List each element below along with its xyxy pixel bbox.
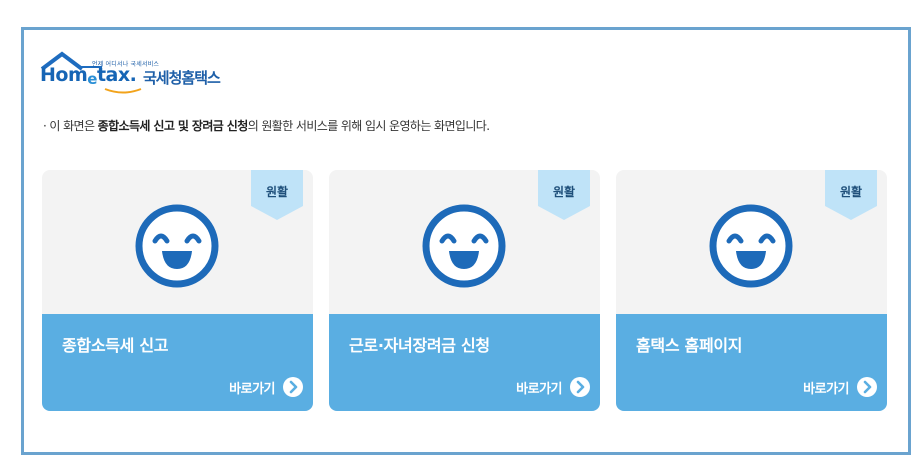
notice-text: · 이 화면은 종합소득세 신고 및 장려금 신청의 원활한 서비스를 위해 임… bbox=[43, 119, 490, 133]
notice-service1: 종합소득세 신고 bbox=[97, 119, 175, 133]
status-badge-label: 원활 bbox=[839, 185, 863, 199]
goto-button[interactable]: 바로가기 bbox=[516, 376, 590, 398]
card-title: 근로·자녀장려금 신청 bbox=[349, 336, 490, 355]
card-title: 홈택스 홈페이지 bbox=[636, 336, 743, 355]
logo-wordmark: Hometax. bbox=[40, 64, 137, 88]
notice-service2: 장려금 신청 bbox=[191, 119, 248, 133]
status-badge: 원활 bbox=[825, 170, 877, 220]
smiley-face-icon bbox=[135, 204, 219, 288]
status-badge: 원활 bbox=[538, 170, 590, 220]
card-earned-income-child-credit[interactable]: 원활 근로·자녀장려금 신청 바로가기 bbox=[329, 170, 600, 411]
card-title: 종합소득세 신고 bbox=[62, 336, 169, 355]
goto-button[interactable]: 바로가기 bbox=[803, 376, 877, 398]
goto-label: 바로가기 bbox=[803, 381, 849, 397]
logo-korean-name: 국세청홈택스 bbox=[143, 69, 221, 87]
goto-label: 바로가기 bbox=[229, 381, 275, 397]
chevron-right-circle-icon bbox=[283, 377, 303, 397]
chevron-right-circle-icon bbox=[570, 377, 590, 397]
status-badge-label: 원활 bbox=[265, 185, 289, 199]
goto-label: 바로가기 bbox=[516, 381, 562, 397]
logo-swoosh bbox=[104, 88, 142, 94]
card-hometax-homepage[interactable]: 원활 홈택스 홈페이지 바로가기 bbox=[616, 170, 887, 411]
hometax-logo[interactable]: 언제 어디서나 국세서비스 Hometax. 국세청홈택스 bbox=[40, 51, 240, 97]
card-income-tax-report[interactable]: 원활 종합소득세 신고 바로가기 bbox=[42, 170, 313, 411]
smiley-face-icon bbox=[422, 204, 506, 288]
chevron-right-circle-icon bbox=[857, 377, 877, 397]
status-badge-label: 원활 bbox=[552, 185, 576, 199]
goto-button[interactable]: 바로가기 bbox=[229, 376, 303, 398]
notice-and: 및 bbox=[174, 119, 192, 133]
status-badge: 원활 bbox=[251, 170, 303, 220]
smiley-face-icon bbox=[709, 204, 793, 288]
